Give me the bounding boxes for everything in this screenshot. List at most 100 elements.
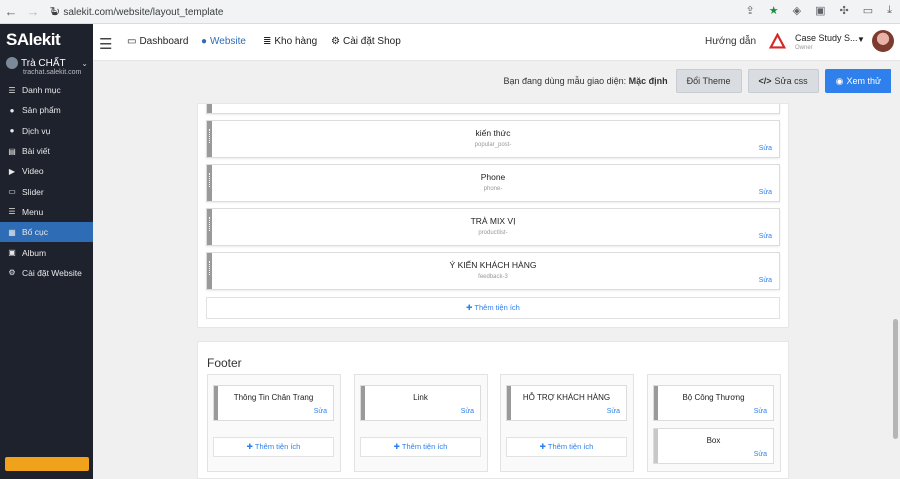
- drag-handle[interactable]: [207, 165, 212, 201]
- layout-widget[interactable]: Ý KIẾN KHÁCH HÀNG feedback-3 Sửa: [206, 252, 780, 290]
- widget-title: Box: [706, 436, 721, 445]
- puzzle-icon[interactable]: ✣: [840, 4, 849, 17]
- footer-section: Footer Thông Tin Chân Trang Sửa ✚ Thêm tiệ…: [197, 341, 789, 479]
- menu-icon: ☰: [8, 207, 16, 217]
- list-icon: ☰: [8, 85, 16, 95]
- sidebar-item-label: Slider: [22, 186, 44, 197]
- footer-column-3: Bộ Công Thương Sửa Box Sửa: [647, 374, 781, 472]
- edit-widget-link[interactable]: Sửa: [759, 145, 772, 152]
- topnav-item-0[interactable]: ▭ Dashboard: [127, 36, 188, 47]
- hamburger-menu-icon[interactable]: ☰: [99, 35, 112, 53]
- layout-widget[interactable]: Phone phone- Sửa: [206, 164, 780, 202]
- layout-widget[interactable]: TRÀ MIX VỊ productlist- Sửa: [206, 208, 780, 246]
- layout-widget[interactable]: kiến thức popular_post- Sửa: [206, 120, 780, 158]
- shop-name[interactable]: Case Study S...: [795, 33, 858, 43]
- edit-css-button[interactable]: </> Sửa css: [747, 69, 819, 93]
- edit-widget-link[interactable]: Sửa: [461, 408, 474, 415]
- add-footer-widget-button[interactable]: ✚ Thêm tiện ích: [360, 437, 481, 457]
- drag-handle[interactable]: [207, 121, 212, 157]
- footer-widget[interactable]: Thông Tin Chân Trang Sửa: [213, 385, 334, 421]
- edit-widget-link[interactable]: Sửa: [754, 451, 767, 458]
- scrollbar-thumb[interactable]: [893, 319, 898, 439]
- edit-widget-link[interactable]: Sửa: [314, 408, 327, 415]
- edit-widget-link[interactable]: Sửa: [607, 408, 620, 415]
- footer-widget[interactable]: Bộ Công Thương Sửa: [653, 385, 774, 421]
- add-footer-widget-button[interactable]: ✚ Thêm tiện ích: [213, 437, 334, 457]
- help-link[interactable]: Hướng dẫn: [705, 36, 756, 47]
- sidebar: SAlekit Trà CHẤT trachat.salekit.com ⌄ ☰…: [0, 24, 93, 479]
- sidebar-item-4[interactable]: ▶ Video: [0, 161, 93, 181]
- store-avatar-icon: [6, 57, 18, 69]
- drag-handle[interactable]: [507, 386, 511, 420]
- gear-icon: ⚙: [331, 36, 340, 47]
- sidebar-item-label: Cài đặt Website: [22, 267, 82, 278]
- layout-widget-partial[interactable]: [206, 104, 780, 114]
- drag-handle[interactable]: [214, 386, 218, 420]
- footer-widget[interactable]: HỖ TRỢ KHÁCH HÀNG Sửa: [506, 385, 627, 421]
- edit-widget-link[interactable]: Sửa: [759, 189, 772, 196]
- edit-widget-link[interactable]: Sửa: [759, 277, 772, 284]
- footer-column-0: Thông Tin Chân Trang Sửa ✚ Thêm tiện ích: [207, 374, 341, 472]
- sidebar-item-7[interactable]: ▦ Bố cục: [0, 222, 93, 243]
- sidebar-item-8[interactable]: ▣ Album: [0, 242, 93, 262]
- sidebar-item-3[interactable]: ▤ Bài viết: [0, 141, 93, 161]
- shield-icon[interactable]: ◈: [793, 4, 801, 17]
- footer-title: Footer: [207, 356, 242, 370]
- caret-down-icon[interactable]: ▼: [857, 35, 865, 44]
- sidebar-item-1[interactable]: ● Sản phẩm: [0, 100, 93, 120]
- footer-widget[interactable]: Box Sửa: [653, 428, 774, 464]
- address-bar[interactable]: 🔒︎ salekit.com/website/layout_template: [52, 4, 223, 20]
- chevron-down-icon: ⌄: [81, 59, 88, 68]
- layout-section: kiến thức popular_post- Sửa Phone phone- Sửa T…: [197, 103, 789, 328]
- sidebar-item-label: Menu: [22, 206, 44, 217]
- widget-type: feedback-3: [478, 274, 508, 280]
- widget-title: Phone: [480, 172, 506, 182]
- preview-button[interactable]: ◉ Xem thử: [824, 69, 892, 93]
- share-icon[interactable]: ⇪: [746, 4, 755, 17]
- sidebar-item-0[interactable]: ☰ Danh mục: [0, 80, 93, 100]
- sidebar-item-9[interactable]: ⚙ Cài đặt Website: [0, 263, 93, 283]
- salekit-logo[interactable]: SAlekit: [6, 30, 61, 50]
- sidebar-item-6[interactable]: ☰ Menu: [0, 202, 93, 222]
- add-footer-widget-button[interactable]: ✚ Thêm tiện ích: [506, 437, 627, 457]
- widget-type: popular_post-: [474, 142, 512, 148]
- drag-handle[interactable]: [361, 386, 365, 420]
- sidebar-item-label: Bố cục: [22, 227, 48, 238]
- sidebar-item-label: Dịch vụ: [22, 125, 51, 136]
- topnav-item-2[interactable]: ≣ Kho hàng: [263, 36, 317, 47]
- drag-handle[interactable]: [654, 429, 658, 463]
- eye-icon: ◉: [835, 75, 844, 86]
- window-icon[interactable]: ▭: [863, 4, 873, 17]
- drag-handle[interactable]: [207, 209, 212, 245]
- topnav-item-3[interactable]: ⚙ Cài đặt Shop: [331, 36, 401, 47]
- drag-handle[interactable]: [654, 386, 658, 420]
- edit-widget-link[interactable]: Sửa: [759, 233, 772, 240]
- sidebar-item-2[interactable]: ● Dịch vụ: [0, 121, 93, 141]
- monitor-icon: ▭: [127, 36, 137, 47]
- add-widget-button[interactable]: ✚ Thêm tiện ích: [206, 297, 780, 319]
- forward-arrow-icon[interactable]: →: [22, 1, 44, 23]
- footer-widget[interactable]: Link Sửa: [360, 385, 481, 421]
- store-url: trachat.salekit.com: [23, 69, 82, 76]
- article-icon: ▤: [8, 146, 16, 156]
- drag-handle[interactable]: [207, 104, 212, 113]
- topnav-item-1[interactable]: ● Website: [201, 36, 246, 47]
- drag-handle[interactable]: [207, 253, 212, 289]
- promo-badge[interactable]: [5, 457, 89, 471]
- sidebar-item-5[interactable]: ▭ Slider: [0, 181, 93, 201]
- store-name: Trà CHẤT: [6, 57, 90, 69]
- user-avatar[interactable]: [872, 30, 894, 52]
- change-theme-button[interactable]: Đổi Theme: [675, 69, 742, 93]
- widget-title: kiến thức: [475, 128, 511, 138]
- back-arrow-icon[interactable]: ←: [0, 1, 22, 23]
- star-icon[interactable]: ★: [769, 4, 779, 17]
- download-icon[interactable]: ⤓: [887, 4, 892, 17]
- page-scrollbar[interactable]: [891, 61, 900, 479]
- edit-widget-link[interactable]: Sửa: [754, 408, 767, 415]
- browser-toolbar: ← → ↻ 🔒︎ salekit.com/website/layout_temp…: [0, 0, 900, 24]
- store-switcher[interactable]: Trà CHẤT trachat.salekit.com ⌄: [6, 57, 90, 76]
- footer-column-2: HỖ TRỢ KHÁCH HÀNG Sửa ✚ Thêm tiện ích: [500, 374, 634, 472]
- download-box-icon[interactable]: ▣: [815, 4, 825, 17]
- top-navigation: ☰ ▭ Dashboard ● Website ≣ Kho hàng ⚙ Cài đặt Sh…: [93, 24, 900, 61]
- widget-type: productlist-: [478, 230, 508, 236]
